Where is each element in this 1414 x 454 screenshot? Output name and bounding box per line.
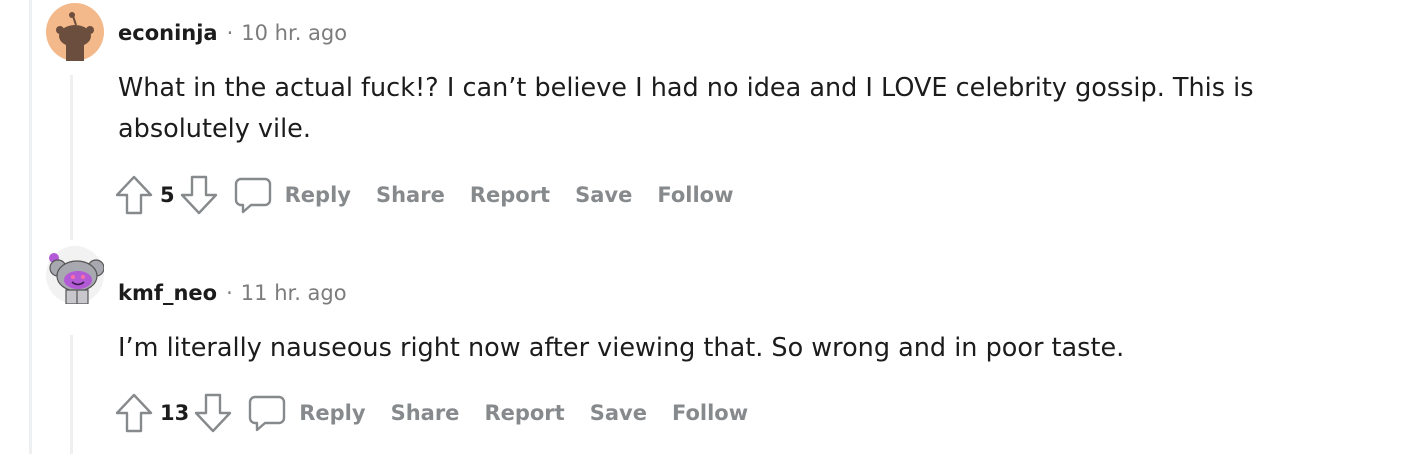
arrow-up-icon [115, 175, 153, 215]
avatar[interactable] [46, 246, 105, 305]
reply-button[interactable]: Reply [247, 393, 366, 433]
comment-meta: econinja · 10 hr. ago [118, 21, 347, 45]
arrow-down-icon [180, 175, 217, 215]
share-button[interactable]: Share [376, 183, 445, 207]
arrow-down-icon [195, 393, 232, 433]
upvote-button[interactable] [114, 175, 154, 215]
reply-button[interactable]: Reply [233, 175, 351, 215]
follow-button[interactable]: Follow [672, 401, 748, 425]
share-button[interactable]: Share [391, 401, 460, 425]
thread-collapse-line[interactable] [70, 75, 73, 240]
speech-bubble-icon [234, 177, 271, 214]
downvote-button[interactable] [179, 175, 219, 215]
author-link[interactable]: econinja [118, 21, 218, 45]
reply-label: Reply [299, 401, 366, 425]
save-button[interactable]: Save [575, 183, 632, 207]
reply-label: Reply [284, 183, 351, 207]
avatar[interactable] [46, 3, 104, 61]
meta-separator: · [226, 21, 234, 45]
follow-button[interactable]: Follow [657, 183, 733, 207]
comment-actions: 5 Reply Share Report Save Follow [114, 175, 734, 215]
meta-separator: · [226, 281, 233, 305]
upvote-button[interactable] [114, 393, 154, 433]
comment: econinja · 10 hr. ago What in the actual… [0, 0, 1414, 240]
downvote-button[interactable] [193, 393, 233, 433]
comment-body: I’m literally nauseous right now after v… [118, 333, 1125, 363]
vote-score: 5 [160, 183, 175, 207]
vote-score: 13 [160, 401, 190, 425]
timestamp[interactable]: 10 hr. ago [241, 21, 347, 45]
author-link[interactable]: kmf_neo [118, 281, 217, 305]
snoo-avatar-icon [46, 246, 105, 305]
snoo-avatar-icon [46, 3, 104, 61]
arrow-up-icon [115, 393, 153, 433]
comment-body: What in the actual fuck!? I can’t believ… [118, 73, 1254, 144]
save-button[interactable]: Save [590, 401, 647, 425]
report-button[interactable]: Report [484, 401, 564, 425]
comment-meta: kmf_neo · 11 hr. ago [118, 281, 347, 305]
speech-bubble-icon [249, 395, 286, 432]
comment: kmf_neo · 11 hr. ago I’m literally nause… [0, 240, 1414, 454]
thread-collapse-line[interactable] [70, 335, 73, 454]
timestamp[interactable]: 11 hr. ago [241, 281, 347, 305]
comment-actions: 13 Reply Share Report Save Follow [114, 393, 748, 433]
report-button[interactable]: Report [470, 183, 550, 207]
